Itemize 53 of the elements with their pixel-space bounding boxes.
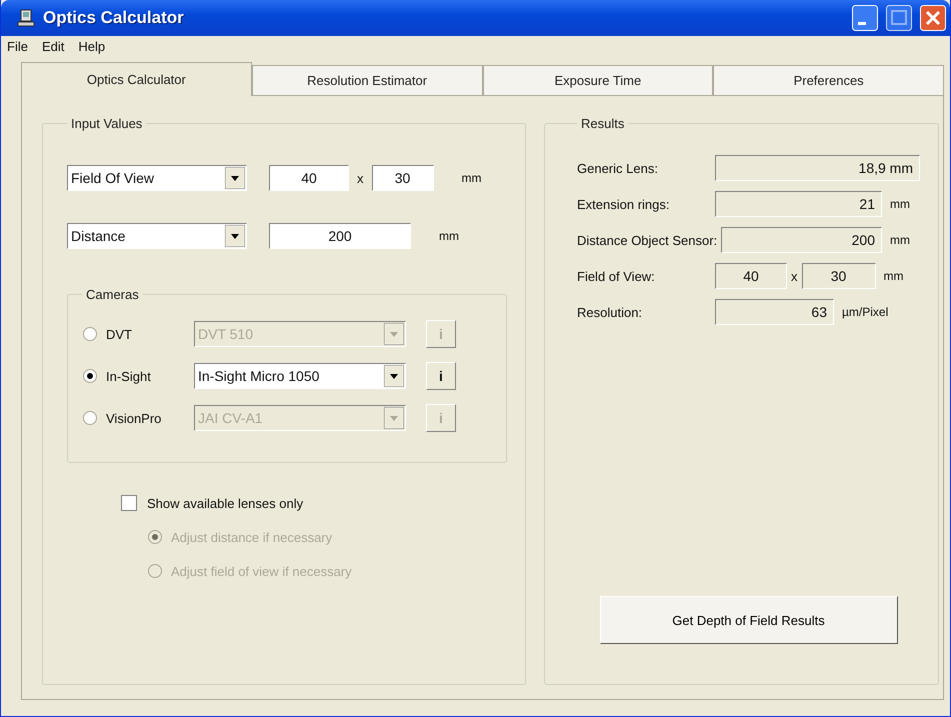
window-title: Optics Calculator	[43, 8, 185, 28]
close-icon[interactable]	[920, 5, 946, 31]
result-label: Generic Lens:	[577, 160, 659, 176]
group-title: Cameras	[85, 287, 140, 302]
depth-of-field-button[interactable]: Get Depth of Field Results	[600, 596, 898, 644]
menu-item[interactable]: Help	[78, 39, 106, 57]
unit-label: mm	[882, 269, 904, 283]
dropdown[interactable]: In-Sight Micro 1050	[194, 363, 406, 389]
result-label: Resolution:	[577, 304, 644, 320]
checkbox-label: Show available lenses only	[147, 496, 304, 510]
checkbox[interactable]	[121, 495, 137, 511]
result-field: 18,9 mm	[715, 155, 920, 181]
menu-item[interactable]: Edit	[42, 39, 64, 57]
input-field[interactable]: 200	[269, 223, 411, 249]
unit-label: mm	[889, 197, 911, 211]
unit-label: µm/Pixel	[841, 305, 890, 319]
result-field: 21	[715, 191, 882, 217]
times-separator: x	[357, 170, 364, 186]
dropdown-arrow-icon[interactable]	[384, 365, 404, 387]
computer-icon	[17, 9, 35, 27]
group-title: Input Values	[70, 116, 144, 131]
tab[interactable]: Preferences	[713, 65, 944, 96]
result-field: 63	[715, 299, 834, 325]
dropdown[interactable]: Field Of View	[67, 165, 247, 191]
result-field: 40	[715, 263, 787, 289]
radio-label: DVT	[106, 326, 133, 342]
tab[interactable]: Resolution Estimator	[252, 65, 482, 96]
menu-item[interactable]: File	[7, 39, 28, 57]
result-field: 30	[802, 263, 876, 289]
unit-label: mm	[439, 229, 460, 243]
input-field[interactable]: 40	[269, 165, 349, 191]
result-label: Distance Object Sensor:	[577, 232, 718, 248]
unit-label: mm	[462, 171, 482, 185]
times-separator: x	[791, 268, 798, 284]
tab[interactable]: Exposure Time	[482, 65, 714, 96]
minimize-icon[interactable]	[852, 5, 878, 31]
radio-button[interactable]	[82, 368, 98, 384]
unit-label: mm	[889, 233, 911, 247]
dropdown-arrow-icon[interactable]	[225, 167, 245, 189]
input-field[interactable]: 30	[372, 165, 434, 191]
result-label: Field of View:	[577, 268, 656, 284]
radio-label: Adjust field of view if necessary	[171, 564, 352, 578]
tab[interactable]: Optics Calculator	[21, 62, 252, 96]
result-label: Extension rings:	[577, 196, 670, 212]
radio-label: VisionPro	[106, 410, 162, 426]
result-field: 200	[721, 227, 882, 253]
dropdown-arrow-icon[interactable]	[225, 225, 245, 247]
radio-label: Adjust distance if necessary	[171, 530, 332, 544]
group-title: Results	[580, 116, 626, 131]
maximize-icon[interactable]	[886, 5, 912, 31]
radio-label: In-Sight	[106, 368, 152, 384]
info-button[interactable]: i	[426, 362, 456, 390]
dropdown[interactable]: Distance	[67, 223, 247, 249]
